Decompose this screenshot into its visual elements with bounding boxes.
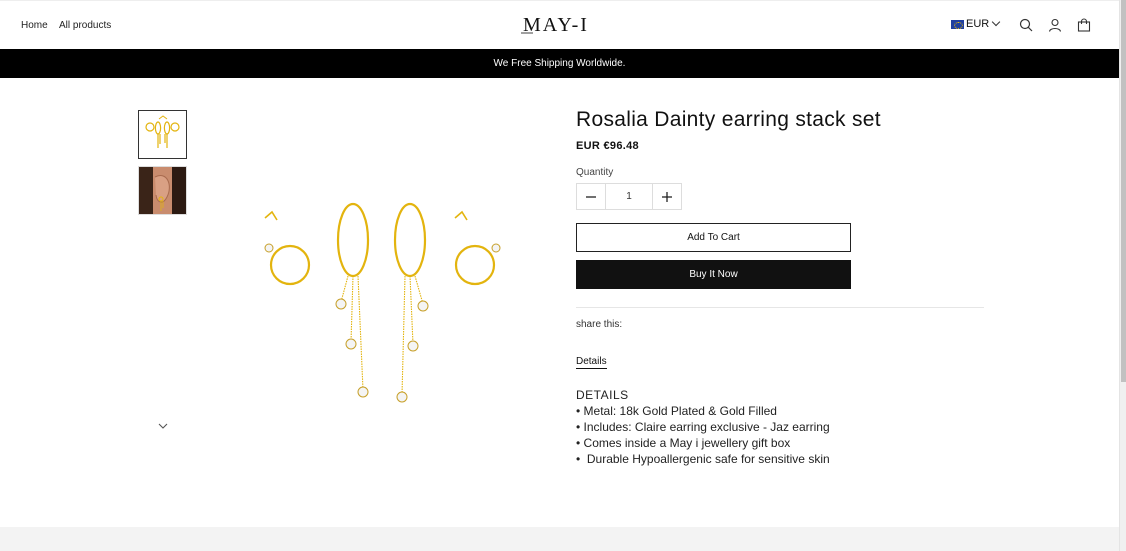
announcement-bar: We Free Shipping Worldwide. <box>0 49 1119 78</box>
page: Home All products MAY-I EUR We Free Ship… <box>0 0 1119 551</box>
chevron-down-icon[interactable] <box>158 421 168 431</box>
currency-selector[interactable]: EUR <box>951 17 1001 30</box>
logo[interactable]: MAY-I <box>521 13 595 41</box>
footer-band <box>0 527 1119 551</box>
product-main-image[interactable] <box>245 190 515 415</box>
svg-text:MAY-I: MAY-I <box>523 14 589 35</box>
scrollbar[interactable] <box>1119 0 1126 551</box>
description-line: • Metal: 18k Gold Plated & Gold Filled <box>576 404 777 418</box>
minus-icon <box>586 195 596 198</box>
product-price: EUR €96.48 <box>576 140 639 152</box>
nav-home-link[interactable]: Home <box>21 20 48 31</box>
product-title: Rosalia Dainty earring stack set <box>576 108 881 131</box>
search-icon[interactable] <box>1019 18 1033 32</box>
model-ear-thumbnail-image <box>139 167 186 214</box>
tab-details[interactable]: Details <box>576 356 607 369</box>
logo-wordmark: MAY-I <box>521 14 589 36</box>
site-header: Home All products MAY-I EUR <box>0 0 1119 49</box>
add-to-cart-button[interactable]: Add To Cart <box>576 223 851 252</box>
currency-label: EUR <box>966 18 990 30</box>
model-ear-thumbnail[interactable] <box>138 166 187 215</box>
quantity-decrease-button[interactable] <box>577 184 605 209</box>
quantity-stepper <box>576 183 682 210</box>
description-line: • Includes: Claire earring exclusive - J… <box>576 420 830 434</box>
earring-set-thumbnail-image <box>145 115 180 148</box>
chevron-down-icon <box>991 17 1001 27</box>
account-icon[interactable] <box>1048 18 1062 32</box>
quantity-input[interactable] <box>605 184 653 209</box>
quantity-increase-button[interactable] <box>653 184 681 209</box>
buy-it-now-button[interactable]: Buy It Now <box>576 260 851 289</box>
cart-icon[interactable] <box>1077 18 1091 32</box>
divider <box>576 307 984 308</box>
eu-flag-icon <box>951 19 964 29</box>
share-label: share this: <box>576 319 623 330</box>
description-heading: DETAILS <box>576 388 629 402</box>
quantity-label: Quantity <box>576 167 614 178</box>
product-description: DETAILS • Metal: 18k Gold Plated & Gold … <box>576 387 830 467</box>
scrollbar-thumb[interactable] <box>1121 0 1126 382</box>
earring-set-thumbnail[interactable] <box>138 110 187 159</box>
description-line: • Durable Hypoallergenic safe for sensit… <box>576 452 830 466</box>
announcement-text: We Free Shipping Worldwide. <box>493 58 626 69</box>
plus-icon <box>662 191 672 202</box>
description-line: • Comes inside a May i jewellery gift bo… <box>576 436 791 450</box>
nav-all-products-link[interactable]: All products <box>59 20 111 31</box>
